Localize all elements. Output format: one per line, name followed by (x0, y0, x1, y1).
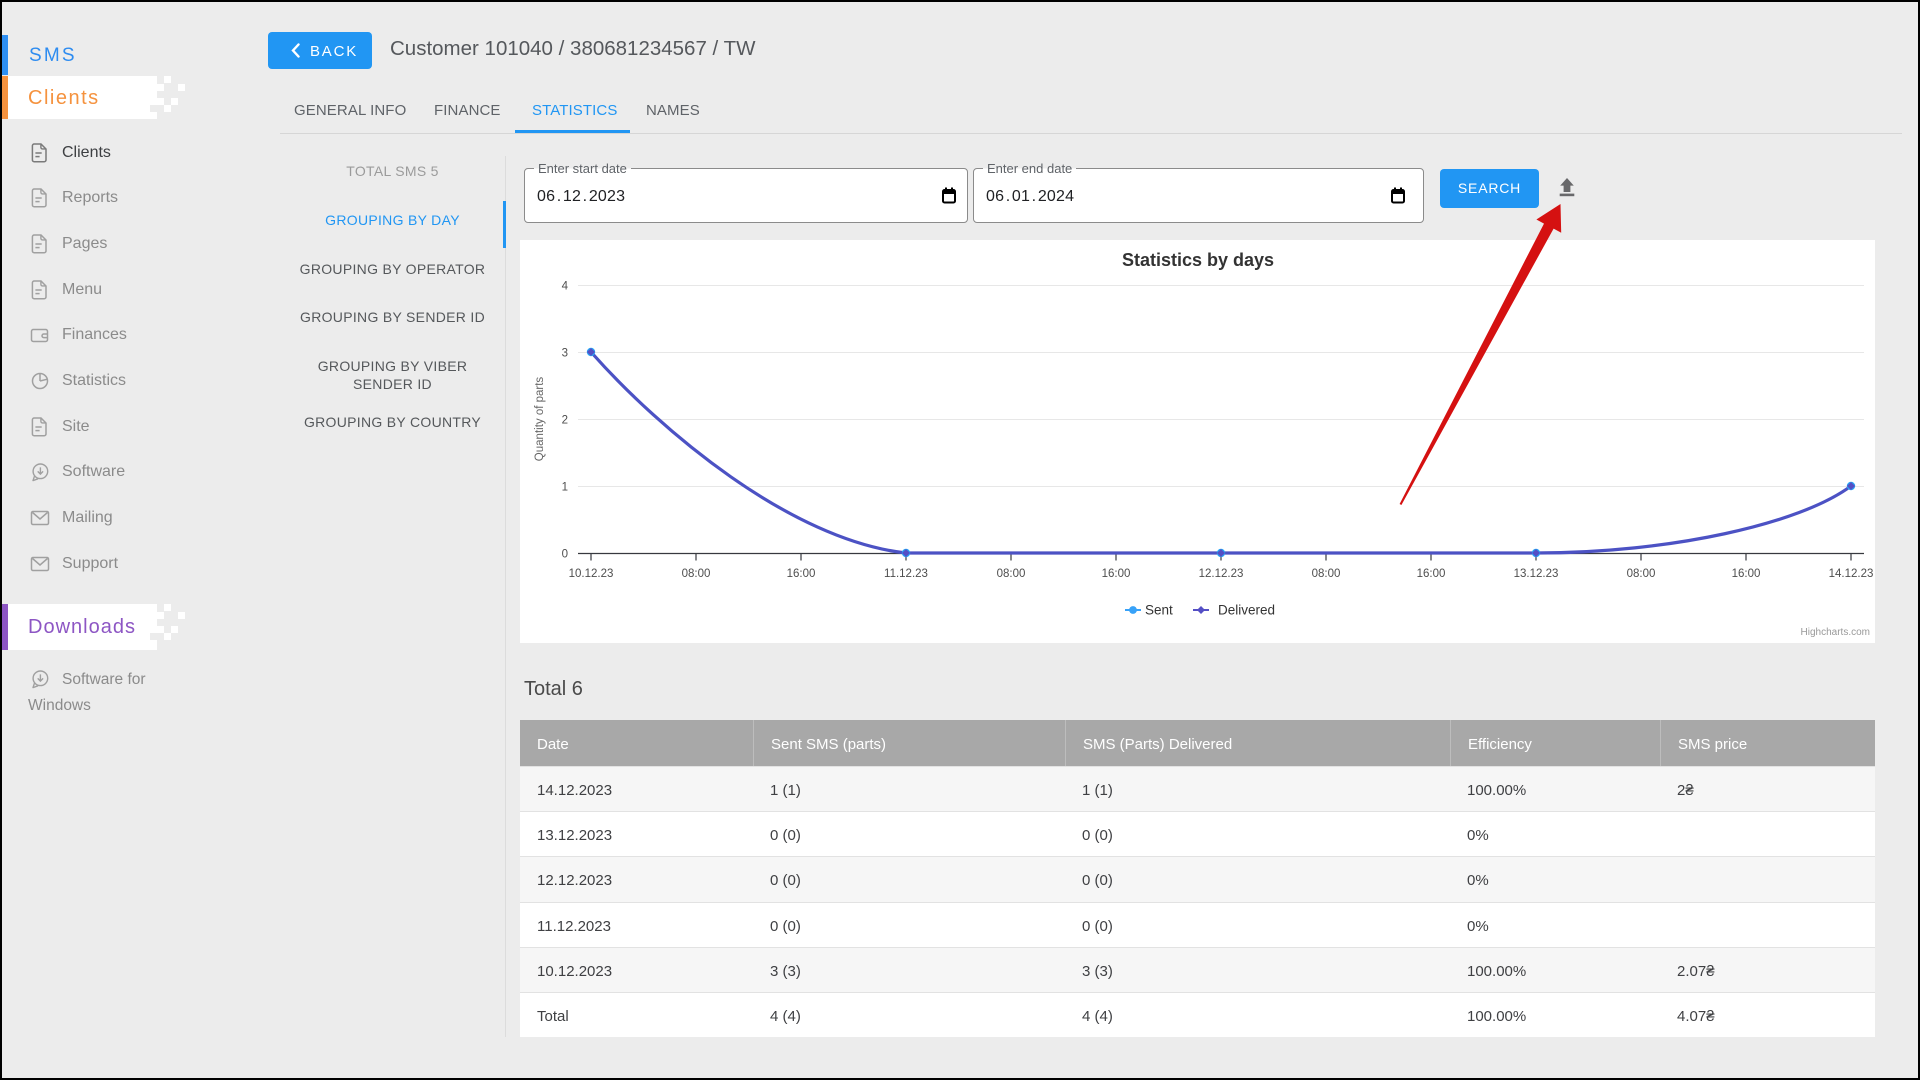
svg-text:2: 2 (562, 415, 568, 427)
svg-text:12.12.23: 12.12.23 (1199, 568, 1244, 580)
svg-text:3: 3 (562, 348, 568, 360)
svg-text:1: 1 (562, 482, 568, 494)
svg-text:08:00: 08:00 (1627, 568, 1656, 580)
svg-text:Highcharts.com: Highcharts.com (1801, 627, 1870, 638)
svg-text:Statistics by days: Statistics by days (1122, 250, 1274, 270)
svg-text:Sent: Sent (1145, 603, 1173, 618)
svg-text:Delivered: Delivered (1218, 603, 1275, 618)
svg-text:08:00: 08:00 (1312, 568, 1341, 580)
svg-text:11.12.23: 11.12.23 (884, 568, 928, 580)
svg-text:08:00: 08:00 (682, 568, 711, 580)
svg-text:16:00: 16:00 (787, 568, 816, 580)
svg-text:Quantity of parts: Quantity of parts (534, 377, 546, 462)
svg-text:0: 0 (562, 549, 568, 561)
svg-text:08:00: 08:00 (997, 568, 1026, 580)
svg-text:4: 4 (562, 281, 569, 293)
svg-text:16:00: 16:00 (1102, 568, 1131, 580)
svg-text:16:00: 16:00 (1417, 568, 1446, 580)
svg-text:13.12.23: 13.12.23 (1514, 568, 1559, 580)
svg-text:14.12.23: 14.12.23 (1829, 568, 1874, 580)
svg-text:16:00: 16:00 (1732, 568, 1761, 580)
svg-text:10.12.23: 10.12.23 (569, 568, 614, 580)
